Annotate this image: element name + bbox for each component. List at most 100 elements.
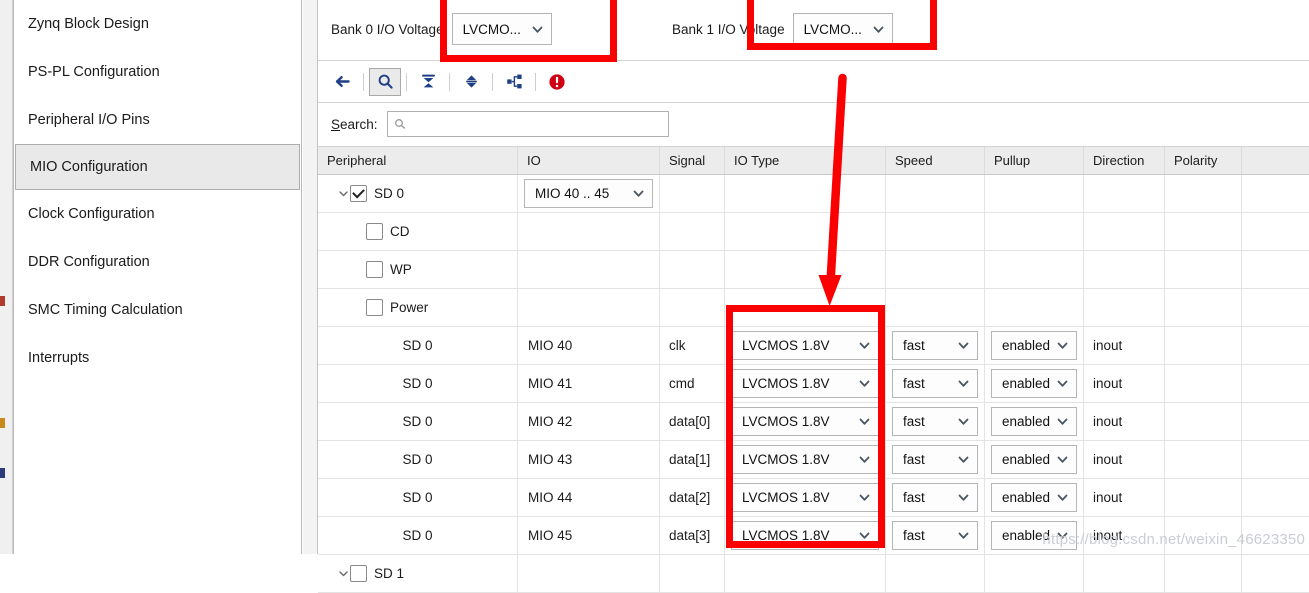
- peripheral-checkbox[interactable]: [366, 299, 383, 316]
- bank0-voltage-value: LVCMO...: [462, 21, 521, 37]
- column-header-io[interactable]: IO: [518, 147, 660, 174]
- peripheral-label: SD 0: [402, 414, 433, 429]
- speed-select[interactable]: fast: [892, 483, 978, 512]
- bank0-voltage-group: Bank 0 I/O Voltage LVCMO...: [331, 13, 552, 45]
- speed-select[interactable]: fast: [892, 445, 978, 474]
- chevron-down-icon: [531, 23, 544, 36]
- io-type-select-value: LVCMOS 1.8V: [742, 414, 830, 429]
- table-row[interactable]: SD 0 MIO 40 .. 45: [318, 175, 1309, 213]
- back-arrow-icon[interactable]: [326, 68, 358, 96]
- direction-label: inout: [1093, 414, 1123, 429]
- rail-marker-orange: [0, 418, 5, 428]
- direction-label: inout: [1093, 338, 1123, 353]
- column-header-signal[interactable]: Signal: [660, 147, 725, 174]
- io-label: MIO 44: [528, 490, 573, 505]
- search-input[interactable]: [386, 111, 669, 137]
- peripheral-label: SD 0: [402, 528, 433, 543]
- column-header-polarity[interactable]: Polarity: [1165, 147, 1242, 174]
- bank0-voltage-select[interactable]: LVCMO...: [451, 13, 552, 45]
- sidebar-item-peripheral-i-o-pins[interactable]: Peripheral I/O Pins: [14, 96, 301, 144]
- chevron-down-icon: [1056, 415, 1069, 428]
- io-type-select[interactable]: LVCMOS 1.8V: [731, 369, 879, 398]
- sidebar-item-interrupts[interactable]: Interrupts: [14, 334, 301, 382]
- table-row[interactable]: SD 0 MIO 40 clk LVCMOS 1.8V fast enabled inout: [318, 327, 1309, 365]
- table-row[interactable]: SD 0 MIO 41 cmd LVCMOS 1.8V fast enabled inout: [318, 365, 1309, 403]
- collapse-all-icon[interactable]: [412, 68, 444, 96]
- io-type-select[interactable]: LVCMOS 1.8V: [731, 445, 879, 474]
- sidebar-item-smc-timing-calculation[interactable]: SMC Timing Calculation: [14, 286, 301, 334]
- expand-twisty-icon[interactable]: [336, 568, 350, 579]
- table-row[interactable]: Power: [318, 289, 1309, 327]
- toolbar-separator: [492, 72, 493, 91]
- hierarchy-icon[interactable]: [498, 68, 530, 96]
- peripheral-label: SD 0: [402, 376, 433, 391]
- io-range-select[interactable]: MIO 40 .. 45: [524, 179, 653, 208]
- pullup-select[interactable]: enabled: [991, 369, 1078, 398]
- error-icon[interactable]: [541, 68, 573, 96]
- table-row[interactable]: SD 0 MIO 43 data[1] LVCMOS 1.8V fast enabled i…: [318, 441, 1309, 479]
- column-header-speed[interactable]: Speed: [886, 147, 985, 174]
- column-header-peripheral[interactable]: Peripheral: [318, 147, 518, 174]
- chevron-down-icon: [1056, 339, 1069, 352]
- sidebar-item-clock-configuration[interactable]: Clock Configuration: [14, 190, 301, 238]
- pullup-select[interactable]: enabled: [991, 483, 1078, 512]
- io-type-select[interactable]: LVCMOS 1.8V: [731, 331, 879, 360]
- expand-all-icon[interactable]: [455, 68, 487, 96]
- direction-label: inout: [1093, 376, 1123, 391]
- rail-marker-red: [0, 296, 5, 306]
- table-row[interactable]: SD 0 MIO 44 data[2] LVCMOS 1.8V fast enabled i…: [318, 479, 1309, 517]
- bank-voltage-bar: Bank 0 I/O Voltage LVCMO... Bank 1 I/O V…: [318, 3, 1309, 61]
- search-icon[interactable]: [369, 67, 401, 96]
- table-row[interactable]: SD 0 MIO 42 data[0] LVCMOS 1.8V fast enabled i…: [318, 403, 1309, 441]
- sidebar-item-mio-configuration[interactable]: MIO Configuration: [15, 144, 300, 190]
- table-header-row: Peripheral IO Signal IO Type Speed Pullup Dire…: [318, 146, 1309, 175]
- io-label: MIO 43: [528, 452, 573, 467]
- signal-label: data[3]: [669, 528, 711, 543]
- io-type-select-value: LVCMOS 1.8V: [742, 452, 830, 467]
- speed-select[interactable]: fast: [892, 521, 978, 550]
- bank1-voltage-select[interactable]: LVCMO...: [792, 13, 893, 45]
- pullup-select[interactable]: enabled: [991, 445, 1078, 474]
- sidebar-item-ps-pl-configuration[interactable]: PS-PL Configuration: [14, 48, 301, 96]
- io-type-select-value: LVCMOS 1.8V: [742, 490, 830, 505]
- peripheral-label: WP: [390, 262, 412, 277]
- sidebar-item-zynq-block-design[interactable]: Zynq Block Design: [14, 0, 301, 48]
- table-row[interactable]: CD: [318, 213, 1309, 251]
- chevron-down-icon: [957, 491, 970, 504]
- speed-select[interactable]: fast: [892, 331, 978, 360]
- io-label: MIO 40: [528, 338, 573, 353]
- table-row[interactable]: WP: [318, 251, 1309, 289]
- speed-select[interactable]: fast: [892, 369, 978, 398]
- pullup-select[interactable]: enabled: [991, 407, 1078, 436]
- io-type-select[interactable]: LVCMOS 1.8V: [731, 521, 879, 550]
- sidebar-item-ddr-configuration[interactable]: DDR Configuration: [14, 238, 301, 286]
- io-type-select-value: LVCMOS 1.8V: [742, 376, 830, 391]
- peripheral-label: SD 0: [374, 186, 405, 201]
- pane-splitter[interactable]: [303, 0, 317, 554]
- io-type-select[interactable]: LVCMOS 1.8V: [731, 483, 879, 512]
- chevron-down-icon: [858, 529, 871, 542]
- toolbar-separator: [535, 72, 536, 91]
- peripheral-checkbox[interactable]: [366, 261, 383, 278]
- io-type-select[interactable]: LVCMOS 1.8V: [731, 407, 879, 436]
- peripheral-checkbox[interactable]: [350, 565, 367, 582]
- peripheral-checkbox[interactable]: [350, 185, 367, 202]
- speed-select[interactable]: fast: [892, 407, 978, 436]
- table-row[interactable]: SD 1: [318, 555, 1309, 593]
- column-header-io-type[interactable]: IO Type: [725, 147, 886, 174]
- io-type-select-value: LVCMOS 1.8V: [742, 338, 830, 353]
- signal-label: data[0]: [669, 414, 711, 429]
- toolbar-separator: [449, 72, 450, 91]
- column-header-pullup[interactable]: Pullup: [985, 147, 1084, 174]
- chevron-down-icon: [957, 339, 970, 352]
- chevron-down-icon: [632, 187, 645, 200]
- peripheral-checkbox[interactable]: [366, 223, 383, 240]
- peripheral-label: SD 0: [402, 452, 433, 467]
- pullup-select[interactable]: enabled: [991, 331, 1078, 360]
- chevron-down-icon: [858, 491, 871, 504]
- expand-twisty-icon[interactable]: [336, 188, 350, 199]
- chevron-down-icon: [872, 23, 885, 36]
- search-label: Search:: [331, 116, 378, 132]
- pullup-select-value: enabled: [1002, 490, 1051, 505]
- column-header-direction[interactable]: Direction: [1084, 147, 1165, 174]
